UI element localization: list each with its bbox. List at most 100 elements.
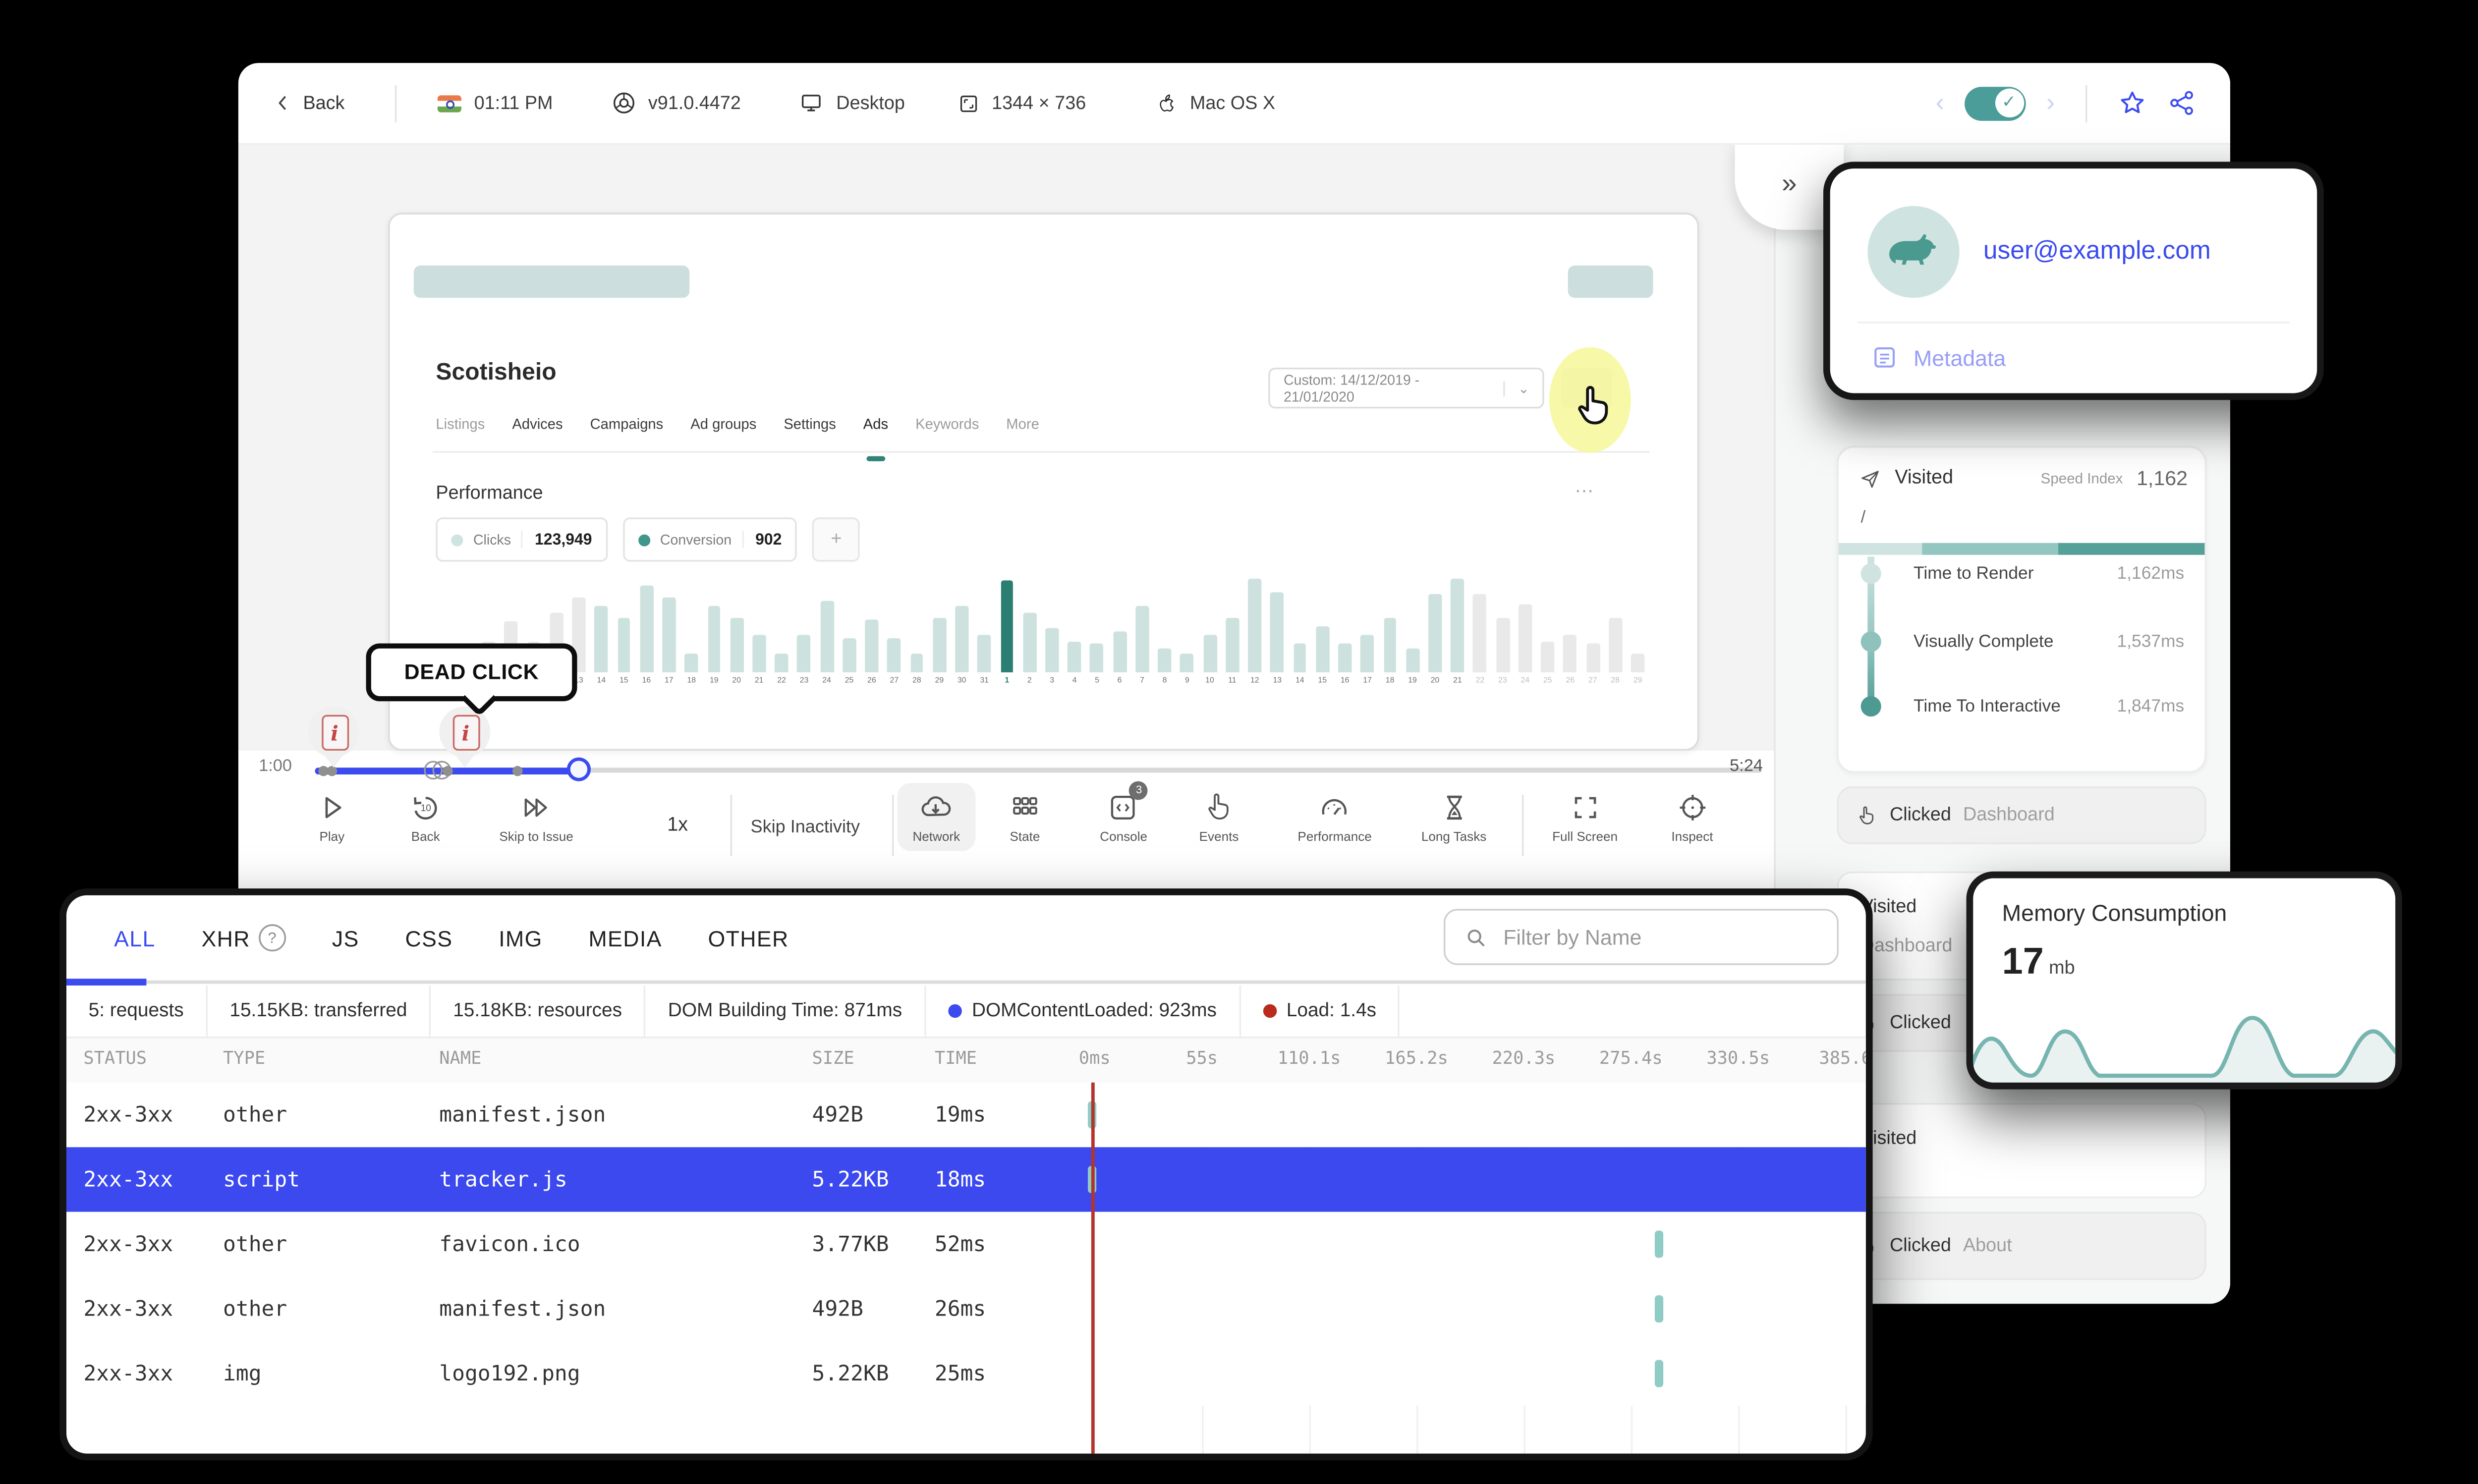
- chart-x-label: 27: [890, 675, 899, 684]
- device-type: Desktop: [799, 90, 905, 116]
- clicks-metric-chip[interactable]: Clicks 123,949: [436, 517, 608, 562]
- section-ellipsis-button[interactable]: ⋯: [1575, 480, 1595, 502]
- chart-bar: [1541, 642, 1555, 672]
- filter-input[interactable]: Filter by Name: [1443, 909, 1839, 965]
- cell-time: 19ms: [934, 1101, 986, 1127]
- network-tab-media[interactable]: MEDIA: [588, 925, 662, 951]
- chart-x-label: 30: [957, 675, 966, 684]
- conversion-label: Conversion: [660, 531, 732, 549]
- playback-speed-button[interactable]: 1x: [667, 815, 688, 835]
- back-button[interactable]: Back: [273, 92, 345, 114]
- waterfall-bar: [1654, 1360, 1664, 1387]
- device-label: Desktop: [836, 93, 905, 113]
- autoplay-toggle[interactable]: ✓: [1965, 86, 2026, 120]
- network-tab-all[interactable]: ALL: [114, 925, 156, 951]
- event-clicked-about[interactable]: Clicked About: [1837, 1211, 2206, 1280]
- network-tab-css[interactable]: CSS: [405, 925, 453, 951]
- conversion-metric-chip[interactable]: Conversion 902: [622, 517, 797, 562]
- share-button[interactable]: [2167, 89, 2196, 117]
- cell-time: 52ms: [934, 1230, 986, 1257]
- active-tab-underline: [66, 979, 147, 986]
- summary-stat: DOMContentLoaded: 923ms: [926, 985, 1241, 1037]
- request-row-logo192.png[interactable]: 2xx-3xx img logo192.png 5.22KB 25ms: [66, 1341, 1866, 1406]
- issue-marker[interactable]: i: [439, 706, 491, 769]
- inspect-button[interactable]: Inspect: [1671, 791, 1713, 844]
- event-clicked-dashboard[interactable]: Clicked Dashboard: [1837, 786, 2206, 844]
- site-tab-campaigns[interactable]: Campaigns: [590, 415, 664, 432]
- add-metric-button[interactable]: +: [812, 517, 860, 562]
- tabs-rule: [66, 980, 1866, 984]
- paper-plane-icon: [1861, 470, 1879, 487]
- event-dot[interactable]: [512, 765, 523, 775]
- request-row-manifest.json[interactable]: 2xx-3xx other manifest.json 492B 26ms: [66, 1276, 1866, 1341]
- cell-time: 25ms: [934, 1360, 986, 1386]
- back-10s-button[interactable]: 10 Back: [409, 791, 442, 844]
- network-tab-other[interactable]: OTHER: [708, 925, 789, 951]
- chart-x-label: 7: [1140, 675, 1144, 684]
- long-tasks-panel-button[interactable]: Long Tasks: [1421, 791, 1486, 844]
- console-panel-button[interactable]: 3 Console: [1100, 781, 1148, 844]
- chart-x-label: 20: [1430, 675, 1440, 684]
- metadata-button[interactable]: Metadata: [1871, 344, 2006, 371]
- chart-bar: [955, 605, 969, 672]
- network-tab-img[interactable]: IMG: [499, 925, 543, 951]
- previous-session-button[interactable]: ‹: [1936, 90, 1944, 116]
- help-icon[interactable]: ?: [259, 924, 286, 952]
- metadata-label: Metadata: [1914, 344, 2006, 371]
- next-session-button[interactable]: ›: [2046, 90, 2055, 116]
- skip-inactivity-button[interactable]: Skip Inactivity: [751, 817, 860, 837]
- crosshair-icon: [1679, 795, 1705, 821]
- cell-size: 5.22KB: [812, 1166, 889, 1192]
- column-header-time[interactable]: TIME: [935, 1048, 977, 1069]
- issue-info-icon: i: [321, 715, 348, 751]
- cell-status: 2xx-3xx: [83, 1295, 173, 1321]
- column-header-name[interactable]: NAME: [439, 1048, 481, 1069]
- rhino-icon: [1889, 234, 1936, 265]
- site-tab-more[interactable]: More: [1006, 415, 1039, 432]
- column-header-type[interactable]: TYPE: [223, 1048, 265, 1069]
- site-tab-ad-groups[interactable]: Ad groups: [690, 415, 756, 432]
- play-button[interactable]: Play: [316, 791, 348, 844]
- replayed-page: Scotisheio Listings Advices Campaigns Ad gr…: [388, 213, 1699, 751]
- events-panel-button[interactable]: Events: [1199, 791, 1239, 844]
- chart-bar: [1563, 635, 1577, 672]
- request-row-favicon.ico[interactable]: 2xx-3xx other favicon.ico 3.77KB 52ms: [66, 1211, 1866, 1277]
- date-range-select[interactable]: Custom: 14/12/2019 - 21/01/2020 ⌄: [1268, 367, 1544, 409]
- performance-panel-button[interactable]: Performance: [1297, 791, 1372, 844]
- chart-bar: [1406, 649, 1419, 672]
- chart-bar: [1158, 649, 1172, 672]
- chart-bar: [639, 586, 653, 672]
- favorite-star-button[interactable]: [2118, 89, 2146, 117]
- site-tab-listings[interactable]: Listings: [436, 415, 485, 432]
- network-tab-js[interactable]: JS: [332, 925, 359, 951]
- metric-label: Visually Complete: [1914, 633, 2054, 652]
- column-header-status[interactable]: STATUS: [83, 1048, 147, 1069]
- site-tab-ads[interactable]: Ads: [863, 415, 888, 461]
- event-target: Dashboard: [1963, 805, 2055, 826]
- request-row-manifest.json[interactable]: 2xx-3xx other manifest.json 492B 19ms: [66, 1082, 1866, 1148]
- network-tab-xhr[interactable]: XHR?: [202, 924, 286, 952]
- site-tab-settings[interactable]: Settings: [784, 415, 836, 432]
- request-row-tracker.js[interactable]: 2xx-3xx script tracker.js 5.22KB 18ms: [66, 1147, 1866, 1212]
- site-tab-keywords[interactable]: Keywords: [915, 415, 979, 432]
- user-email[interactable]: user@example.com: [1983, 236, 2211, 265]
- site-tab-advices[interactable]: Advices: [512, 415, 563, 432]
- column-header-size[interactable]: SIZE: [812, 1048, 854, 1069]
- playhead-handle[interactable]: [566, 756, 591, 780]
- issue-marker[interactable]: i: [308, 706, 359, 769]
- stat-dot-icon: [948, 1004, 962, 1018]
- dead-click-label: DEAD CLICK: [404, 660, 539, 684]
- metric-value: 1,162ms: [2117, 565, 2185, 584]
- event-visited[interactable]: Visited: [1837, 1102, 2206, 1199]
- chart-x-label: 16: [1340, 675, 1350, 684]
- rewind-10-icon: 10: [414, 797, 437, 820]
- full-screen-button[interactable]: Full Screen: [1552, 791, 1618, 844]
- visited-path: /: [1860, 509, 1866, 528]
- memory-title: Memory Consumption: [2002, 900, 2227, 926]
- waterfall-bar: [1654, 1295, 1664, 1323]
- visited-speed-card[interactable]: Visited Speed Index 1,162 / Time to Rend…: [1837, 445, 2206, 773]
- chart-x-label: 23: [1498, 675, 1507, 684]
- state-panel-button[interactable]: State: [1009, 791, 1041, 844]
- skip-to-issue-button[interactable]: Skip to Issue: [499, 791, 573, 844]
- waterfall-tick: 220.3s: [1492, 1048, 1556, 1069]
